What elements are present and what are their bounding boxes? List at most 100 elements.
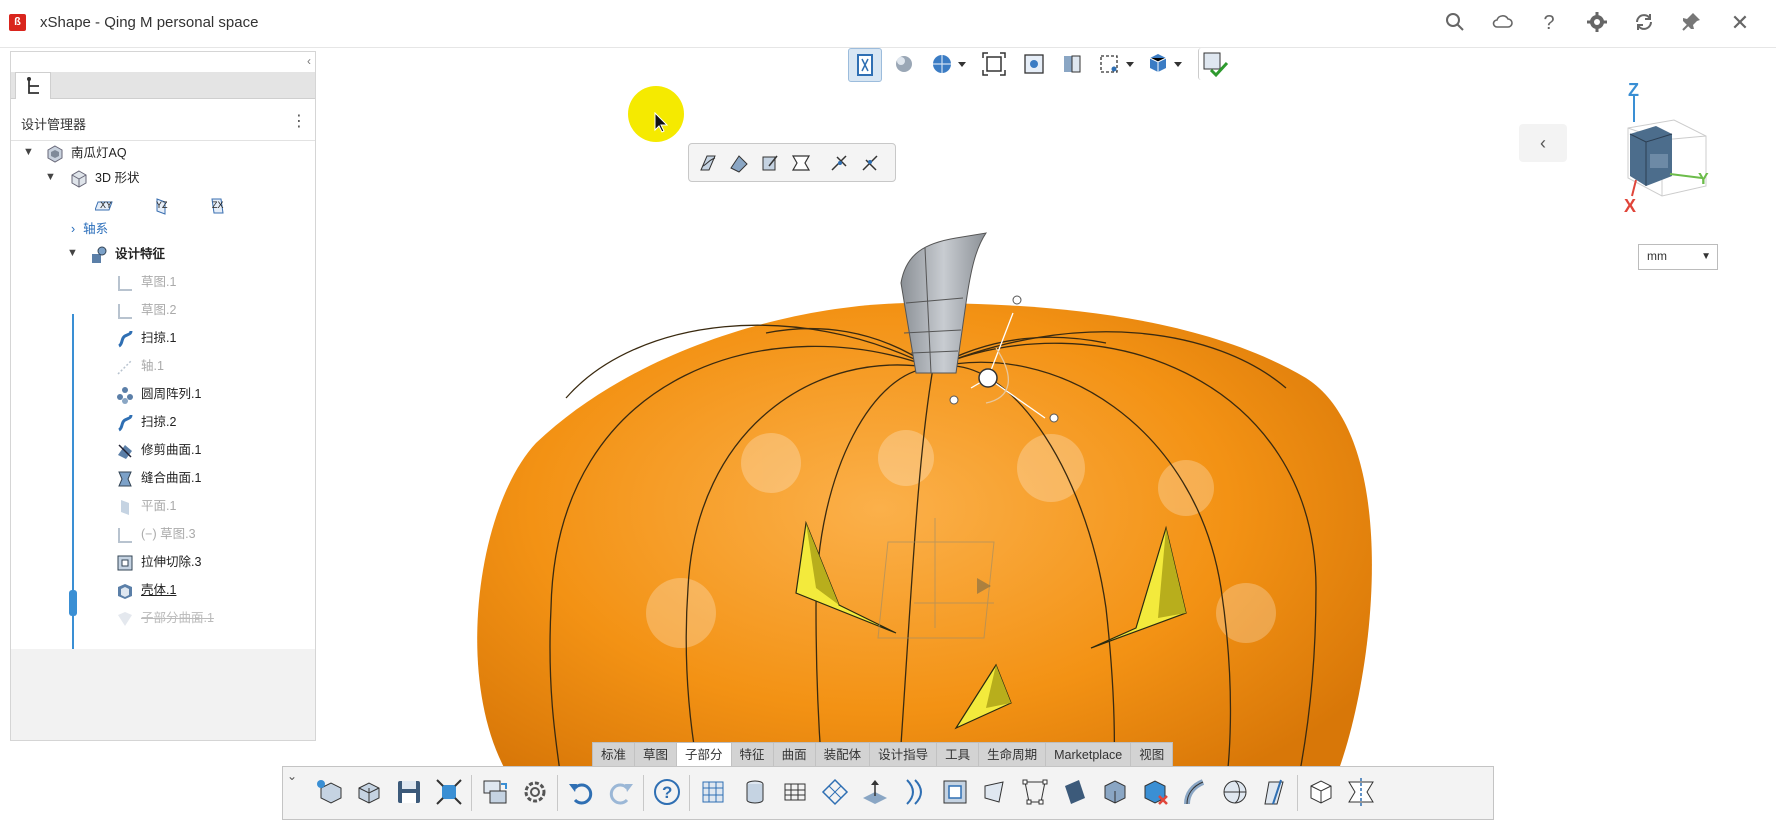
plane-icon xyxy=(121,499,129,515)
subd-box-display-button[interactable] xyxy=(1305,776,1337,808)
help-icon[interactable]: ? xyxy=(1537,11,1561,35)
tree-item[interactable]: 拉伸切除.3 xyxy=(115,551,201,573)
section-view-button[interactable] xyxy=(848,48,882,82)
pumpkin-model xyxy=(477,232,1372,818)
fit-view-button[interactable] xyxy=(433,776,465,808)
tree-label: 圆周阵列.1 xyxy=(141,387,202,401)
panel-header: 设计管理器 ⋮ xyxy=(11,102,315,141)
context-tool-6[interactable] xyxy=(860,152,882,174)
collapse-panel-icon[interactable]: ‹ xyxy=(307,54,311,68)
subd-cylinder-button[interactable] xyxy=(739,776,771,808)
tab-sketch[interactable]: 草图 xyxy=(635,743,678,767)
tree-item[interactable]: (−) 草图.3 xyxy=(115,523,196,545)
selection-filter-button[interactable] xyxy=(1096,48,1140,80)
context-tool-5[interactable] xyxy=(829,152,851,174)
sync-icon[interactable] xyxy=(1632,11,1656,35)
tree-item[interactable]: 圆周阵列.1 xyxy=(115,383,201,405)
options-button[interactable] xyxy=(519,776,551,808)
subd-mesh-button[interactable] xyxy=(819,776,851,808)
new-part-button[interactable] xyxy=(313,776,345,808)
redo-button[interactable] xyxy=(605,776,637,808)
connect-vertices-button[interactable] xyxy=(1019,776,1051,808)
plane-yz[interactable]: YZ xyxy=(151,194,177,216)
context-tool-4[interactable] xyxy=(790,152,812,174)
tree-item-selected[interactable]: 壳体.1 xyxy=(115,579,176,601)
tree-item[interactable]: 草图.1 xyxy=(115,271,176,293)
tab-features[interactable]: 特征 xyxy=(732,743,774,767)
thicken-button[interactable] xyxy=(1179,776,1211,808)
tree-design-features[interactable]: 设计特征 xyxy=(89,243,165,265)
rollback-handle[interactable] xyxy=(69,590,77,616)
crease-button[interactable] xyxy=(1059,776,1091,808)
close-icon[interactable]: ✕ xyxy=(1728,11,1752,35)
save-button[interactable] xyxy=(393,776,425,808)
display-style-button[interactable] xyxy=(888,48,920,80)
tree-item[interactable]: 扫掠.1 xyxy=(115,327,176,349)
view-orientation-icon xyxy=(1024,54,1044,74)
tab-design-guide[interactable]: 设计指导 xyxy=(870,743,938,767)
tab-marketplace[interactable]: Marketplace xyxy=(1046,743,1132,767)
tab-assembly[interactable]: 装配体 xyxy=(816,743,871,767)
new-part-icon xyxy=(317,780,342,804)
tab-feature-tree[interactable] xyxy=(15,72,51,99)
tab-subd[interactable]: 子部分 xyxy=(677,743,732,767)
context-tool-3[interactable] xyxy=(759,152,781,174)
expand-right-panel-button[interactable]: ‹ xyxy=(1519,124,1567,162)
unit-select[interactable]: mm ▼ xyxy=(1638,244,1718,270)
more-options-icon[interactable]: ⋮ xyxy=(291,111,307,131)
search-icon[interactable] xyxy=(1443,11,1467,35)
replace-button[interactable] xyxy=(479,776,511,808)
tree-3d-shape[interactable]: 3D 形状 xyxy=(69,167,139,189)
tab-tools[interactable]: 工具 xyxy=(937,743,980,767)
orientation-triad[interactable]: Z Y X xyxy=(1610,78,1720,218)
tree-item[interactable]: 缝合曲面.1 xyxy=(115,467,201,489)
symmetry-button[interactable] xyxy=(1219,776,1251,808)
scene-button[interactable] xyxy=(928,48,972,80)
plane-xy[interactable]: XY xyxy=(95,194,121,216)
context-tool-1[interactable] xyxy=(697,152,719,174)
cloud-icon[interactable] xyxy=(1490,11,1514,35)
zoom-fit-button[interactable] xyxy=(978,48,1010,80)
collapse-toolbar-icon[interactable]: ⌄ xyxy=(287,769,297,783)
pin-icon[interactable] xyxy=(1679,11,1703,35)
subd-plane-button[interactable] xyxy=(779,776,811,808)
tab-lifecycle[interactable]: 生命周期 xyxy=(979,743,1047,767)
convert-button[interactable] xyxy=(1259,776,1291,808)
tab-surface[interactable]: 曲面 xyxy=(774,743,816,767)
tree-item[interactable]: 草图.2 xyxy=(115,299,176,321)
expand-caret-icon[interactable]: ▼ xyxy=(45,171,56,183)
tab-view[interactable]: 视图 xyxy=(1131,743,1172,767)
mirror-body-button[interactable] xyxy=(1345,776,1377,808)
plane-zx[interactable]: ZX xyxy=(207,194,233,216)
knit-surface-icon xyxy=(118,471,132,487)
3d-viewport[interactable] xyxy=(316,48,1776,831)
expand-caret-icon[interactable]: ▼ xyxy=(67,247,78,259)
weld-button[interactable] xyxy=(1099,776,1131,808)
context-tool-2[interactable] xyxy=(728,152,750,174)
standard-views-button[interactable] xyxy=(1056,48,1088,80)
view-cube-button[interactable] xyxy=(1144,48,1188,80)
inset-face-button[interactable] xyxy=(939,776,971,808)
fill-face-button[interactable] xyxy=(979,776,1011,808)
tree-item[interactable]: 子部分曲面.1 xyxy=(115,607,214,629)
tree-axes[interactable]: › 轴系 xyxy=(71,218,108,240)
rebuild-check-button[interactable] xyxy=(1198,48,1231,80)
tree-item[interactable]: 修剪曲面.1 xyxy=(115,439,201,461)
tree-label: 修剪曲面.1 xyxy=(141,443,202,457)
gear-icon[interactable] xyxy=(1585,11,1609,35)
expand-caret-icon[interactable]: ▼ xyxy=(23,146,34,158)
extrude-face-button[interactable] xyxy=(859,776,891,808)
tree-item[interactable]: 平面.1 xyxy=(115,495,176,517)
open-button[interactable] xyxy=(353,776,385,808)
undo-button[interactable] xyxy=(565,776,597,808)
tree-item[interactable]: 扫掠.2 xyxy=(115,411,176,433)
bridge-button[interactable] xyxy=(899,776,931,808)
help-button[interactable]: ? xyxy=(651,776,683,808)
tree-item[interactable]: 轴.1 xyxy=(115,355,164,377)
tree-root[interactable]: 南瓜灯AQ xyxy=(45,142,127,164)
rollback-line xyxy=(72,314,74,700)
view-orientation-button[interactable] xyxy=(1018,48,1050,80)
subd-box-button[interactable] xyxy=(697,776,729,808)
tab-standard[interactable]: 标准 xyxy=(593,743,636,767)
delete-face-button[interactable] xyxy=(1139,776,1171,808)
